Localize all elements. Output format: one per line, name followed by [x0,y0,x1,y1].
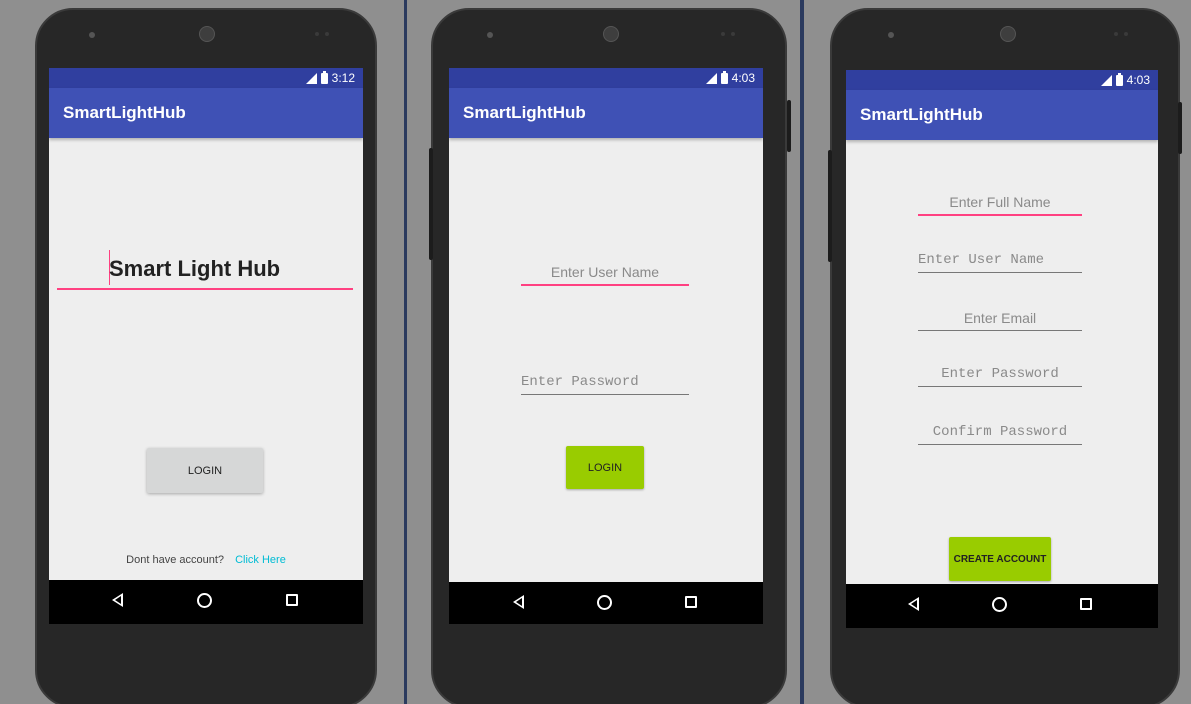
app-title: SmartLightHub [63,103,186,122]
create-account-button[interactable]: CREATE ACCOUNT [949,537,1051,581]
speaker-icon [1000,26,1016,42]
email-field[interactable]: Enter Email [918,310,1082,331]
speaker-icon [199,26,215,42]
phone-screen: 4:03 SmartLightHub Enter User Name Enter… [449,68,763,624]
home-icon[interactable] [992,597,1007,612]
fullname-field[interactable]: Enter Full Name [918,194,1082,216]
status-time: 4:03 [731,71,755,85]
sensor-icon [721,32,735,36]
username-field[interactable]: Enter User Name [918,252,1082,273]
signup-prompt-text: Dont have account? [126,554,225,566]
battery-icon [720,70,728,84]
nav-bar [449,582,763,624]
login-button[interactable]: LOGIN [147,448,263,493]
screenshot-panel-1: 3:12 SmartLightHub Smart Light Hub LOGIN… [0,0,404,704]
phone-frame: 3:12 SmartLightHub Smart Light Hub LOGIN… [35,8,377,704]
back-icon[interactable] [112,593,123,607]
nav-bar [49,580,363,624]
side-button [1178,102,1182,154]
confirm-password-field[interactable]: Confirm Password [918,424,1082,445]
app-bar: SmartLightHub [449,88,763,138]
screenshot-panel-2: 4:03 SmartLightHub Enter User Name Enter… [407,0,800,704]
side-button [787,100,791,152]
sensor-icon [1114,32,1128,36]
camera-icon [89,32,95,38]
recents-icon[interactable] [1080,598,1092,610]
back-icon[interactable] [908,597,919,611]
battery-icon [320,70,328,84]
app-bar: SmartLightHub [846,90,1158,140]
status-time: 4:03 [1126,73,1150,87]
signal-icon [705,72,717,84]
phone-top-bezel [832,10,1178,74]
signup-prompt: Dont have account? Click Here [49,554,363,566]
app-bar: SmartLightHub [49,88,363,138]
app-title: SmartLightHub [463,103,586,122]
phone-frame: 4:03 SmartLightHub Enter User Name Enter… [429,8,791,704]
home-icon[interactable] [197,593,212,608]
battery-icon [1115,72,1123,86]
back-icon[interactable] [513,595,524,609]
status-bar: 4:03 [846,70,1158,90]
screenshot-panel-3: 4:03 SmartLightHub Enter Full Name Enter… [804,0,1191,704]
home-icon[interactable] [597,595,612,610]
status-time: 3:12 [331,71,355,85]
title-field-underline [57,288,353,290]
status-bar: 4:03 [449,68,763,88]
recents-icon[interactable] [286,594,298,606]
camera-icon [888,32,894,38]
status-bar: 3:12 [49,68,363,88]
signal-icon [1100,74,1112,86]
login-button[interactable]: LOGIN [566,446,644,489]
phone-frame: 4:03 SmartLightHub Enter Full Name Enter… [828,8,1182,704]
nav-bar [846,584,1158,628]
phone-top-bezel [433,10,785,74]
phone-top-bezel [37,10,375,74]
recents-icon[interactable] [685,596,697,608]
side-button [429,148,433,260]
camera-icon [487,32,493,38]
speaker-icon [603,26,619,42]
phone-screen: 4:03 SmartLightHub Enter Full Name Enter… [846,70,1158,628]
password-field[interactable]: Enter Password [521,374,689,395]
username-field[interactable]: Enter User Name [521,264,689,286]
app-title: SmartLightHub [860,105,983,124]
side-button [828,150,832,262]
title-text-field[interactable]: Smart Light Hub [109,256,280,282]
signal-icon [305,72,317,84]
sensor-icon [315,32,329,36]
password-field[interactable]: Enter Password [918,366,1082,387]
click-here-link[interactable]: Click Here [235,554,286,566]
phone-screen: 3:12 SmartLightHub Smart Light Hub LOGIN… [49,68,363,624]
